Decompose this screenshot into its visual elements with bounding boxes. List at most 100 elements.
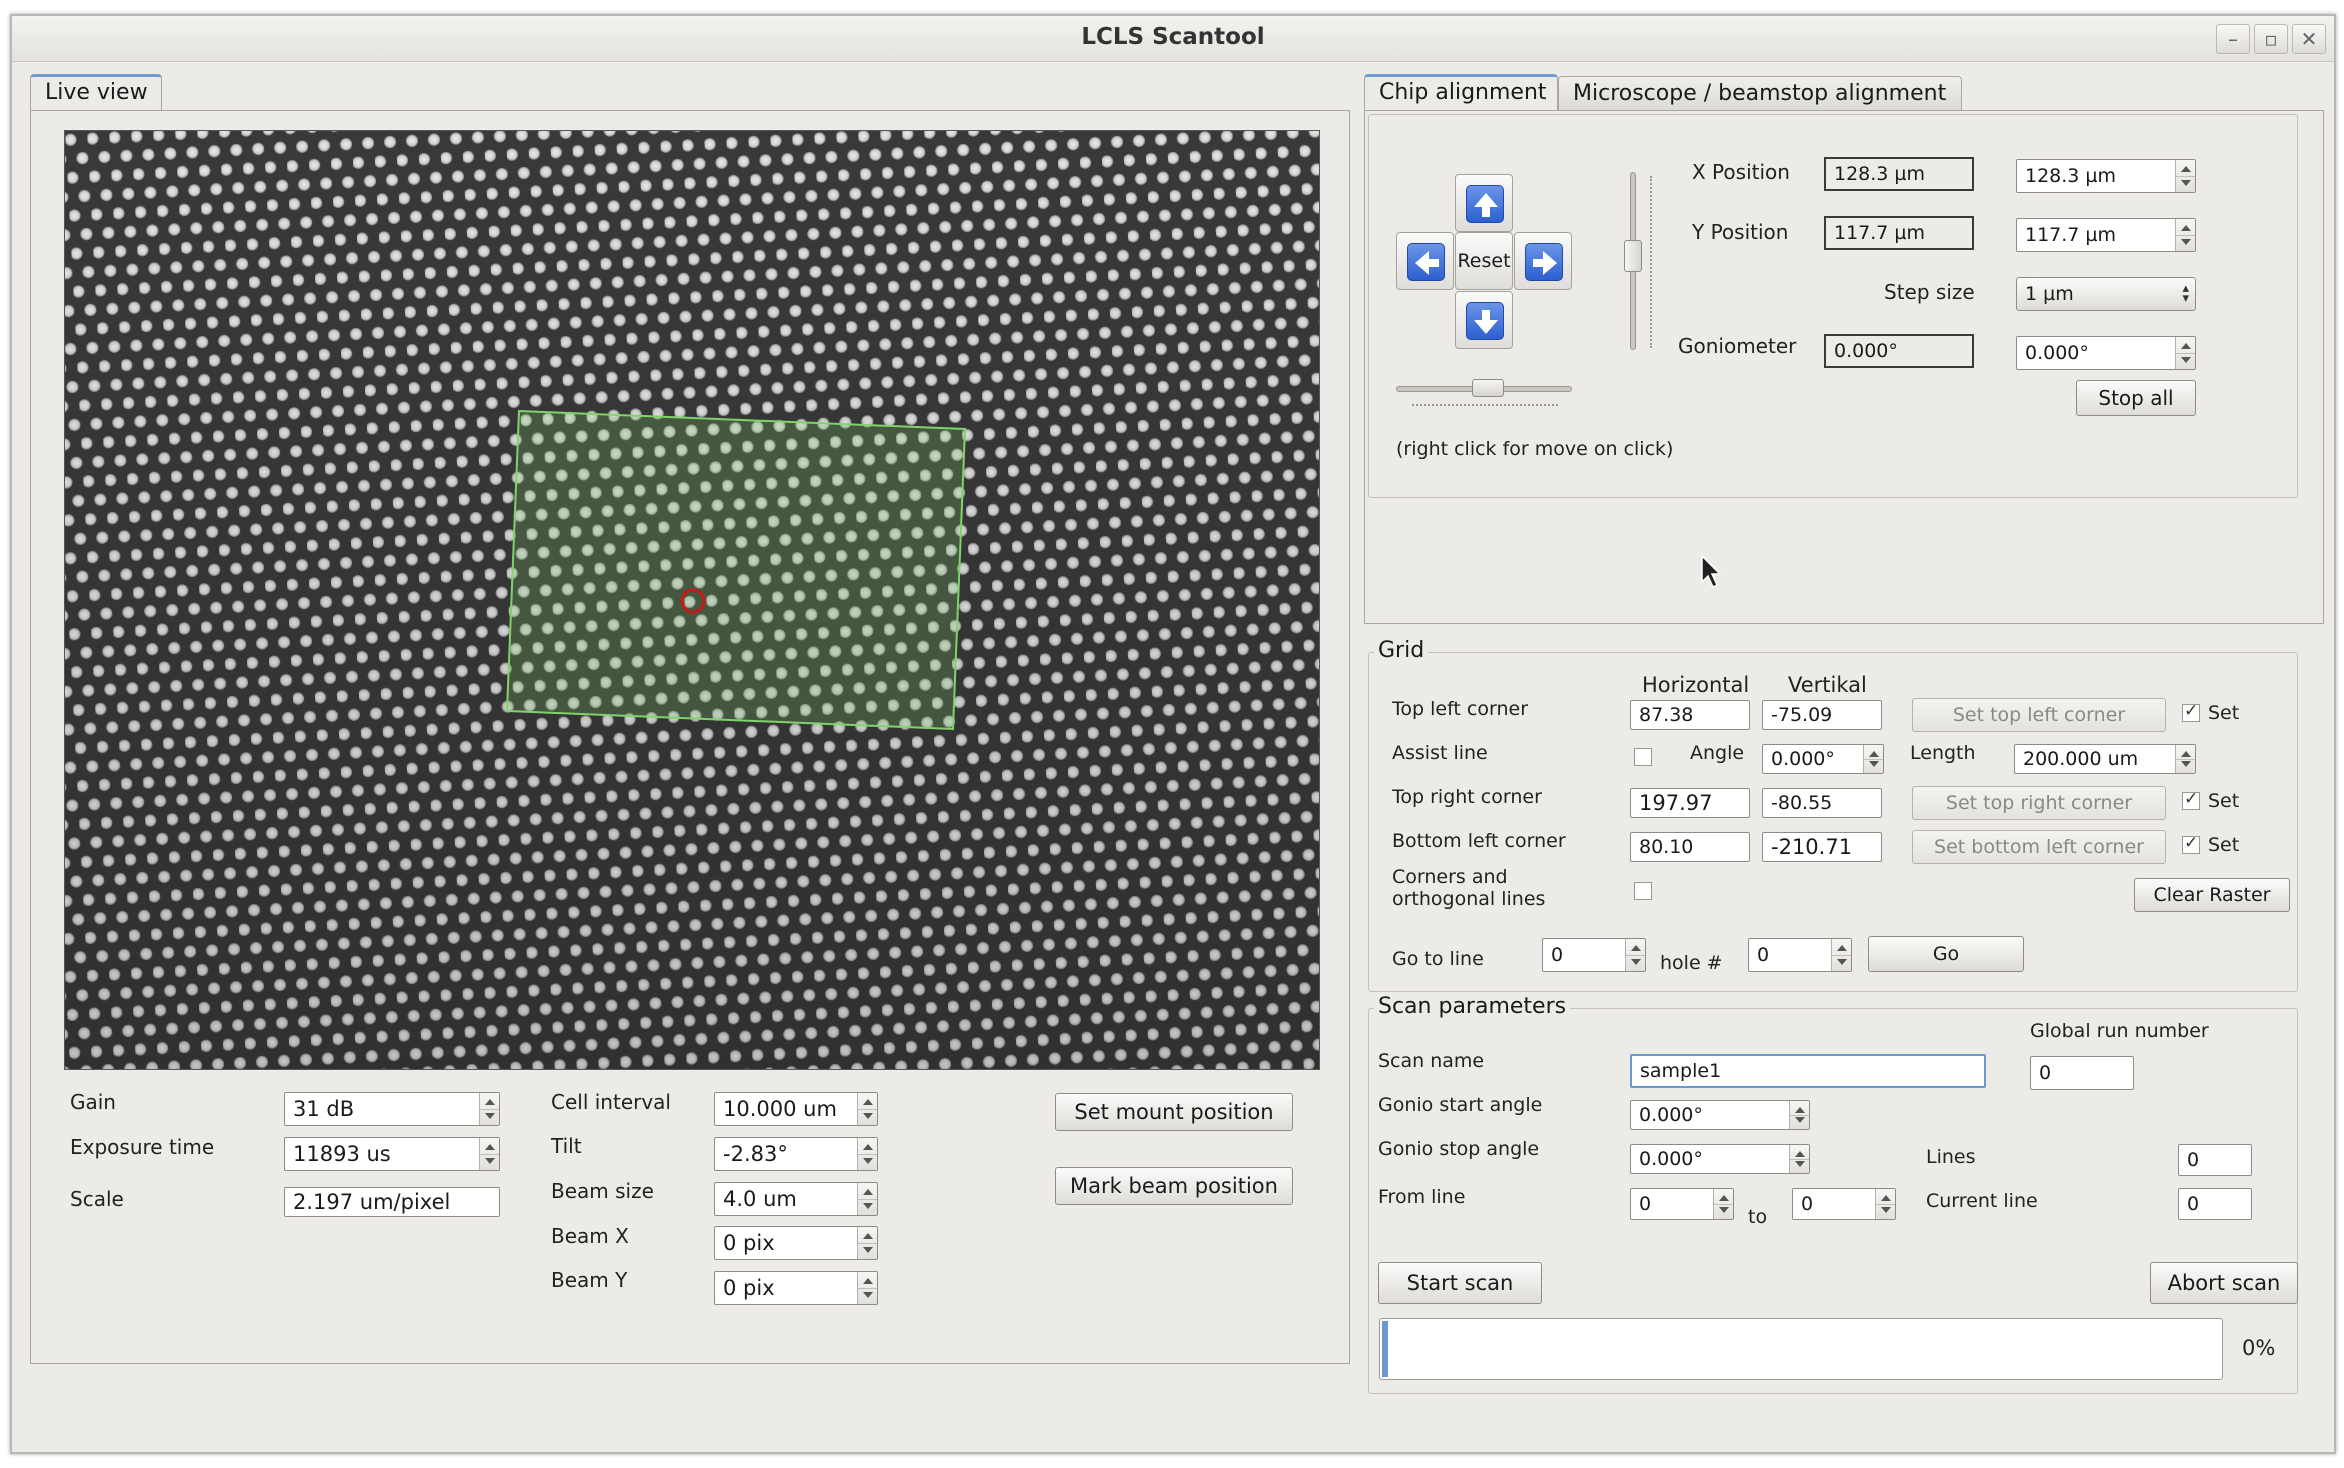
bottom-left-horizontal-field[interactable]: 80.10 xyxy=(1630,832,1750,862)
bottom-left-corner-label: Bottom left corner xyxy=(1392,830,1566,852)
window-title: LCLS Scantool xyxy=(1081,24,1265,50)
scale-field: 2.197 um/pixel xyxy=(284,1187,500,1217)
scan-progress-fill xyxy=(1382,1321,1388,1377)
x-position-label: X Position xyxy=(1692,160,1790,184)
tab-live-view[interactable]: Live view xyxy=(30,74,162,110)
from-line-label: From line xyxy=(1378,1186,1466,1208)
move-down-button[interactable] xyxy=(1455,291,1513,349)
scan-name-label: Scan name xyxy=(1378,1050,1485,1072)
maximize-button[interactable]: ▫ xyxy=(2254,24,2288,54)
arrow-left-icon xyxy=(1415,251,1439,275)
assist-line-checkbox[interactable] xyxy=(1634,748,1652,766)
beam-x-spinbox[interactable]: 0 pix xyxy=(714,1226,878,1260)
arrow-up-icon xyxy=(1474,193,1498,217)
x-position-readback: 128.3 µm xyxy=(1824,157,1974,191)
beam-x-label: Beam X xyxy=(551,1224,629,1248)
y-position-spinbox[interactable]: 117.7 µm xyxy=(2016,218,2196,252)
gain-label: Gain xyxy=(70,1090,116,1114)
close-button[interactable]: ✕ xyxy=(2292,24,2326,54)
mark-beam-position-button[interactable]: Mark beam position xyxy=(1055,1167,1293,1205)
arrow-down-icon xyxy=(1474,310,1498,334)
top-right-set-checkbox[interactable] xyxy=(2182,789,2200,810)
bottom-left-vertical-field[interactable]: -210.71 xyxy=(1762,832,1882,862)
clear-raster-button[interactable]: Clear Raster xyxy=(2134,878,2290,912)
hole-number-spinbox[interactable]: 0 xyxy=(1748,938,1852,972)
beam-size-label: Beam size xyxy=(551,1179,654,1203)
tilt-spinbox[interactable]: -2.83° xyxy=(714,1137,878,1171)
corners-orthogonal-checkbox[interactable] xyxy=(1634,882,1652,900)
from-line-spinbox[interactable]: 0 xyxy=(1630,1188,1734,1220)
cell-interval-spinbox[interactable]: 10.000 um xyxy=(714,1092,878,1126)
tab-chip-alignment[interactable]: Chip alignment xyxy=(1364,74,1558,110)
vertical-column-header: Vertikal xyxy=(1788,673,1867,697)
scan-grid-roi[interactable] xyxy=(505,409,967,731)
move-left-button[interactable] xyxy=(1396,232,1454,290)
y-position-readback: 117.7 µm xyxy=(1824,216,1974,250)
exposure-spinbox[interactable]: 11893 us xyxy=(284,1137,500,1171)
beam-y-label: Beam Y xyxy=(551,1268,628,1292)
vertical-slider-handle[interactable] xyxy=(1624,240,1642,272)
current-line-field: 0 xyxy=(2178,1188,2252,1220)
length-spinbox[interactable]: 200.000 um xyxy=(2014,744,2196,774)
assist-line-label: Assist line xyxy=(1392,742,1488,764)
angle-spinbox[interactable]: 0.000° xyxy=(1762,744,1884,774)
top-left-vertical-field[interactable]: -75.09 xyxy=(1762,700,1882,730)
abort-scan-button[interactable]: Abort scan xyxy=(2150,1262,2298,1304)
reset-button[interactable]: Reset xyxy=(1455,232,1513,290)
horizontal-slider-handle[interactable] xyxy=(1472,379,1504,397)
gonio-start-angle-label: Gonio start angle xyxy=(1378,1094,1543,1116)
goniometer-spinbox[interactable]: 0.000° xyxy=(2016,336,2196,370)
camera-image[interactable] xyxy=(64,130,1320,1070)
top-right-horizontal-field[interactable]: 197.97 xyxy=(1630,788,1750,818)
top-left-set-label: Set xyxy=(2208,702,2240,724)
step-size-combo[interactable]: 1 µm ▴ ▾ xyxy=(2016,277,2196,311)
step-size-label: Step size xyxy=(1884,280,1975,304)
move-up-button[interactable] xyxy=(1455,174,1513,232)
goniometer-readback: 0.000° xyxy=(1824,334,1974,368)
y-position-label: Y Position xyxy=(1692,220,1789,244)
go-button[interactable]: Go xyxy=(1868,936,2024,972)
camera-image-svg xyxy=(65,131,1319,1069)
beam-size-spinbox[interactable]: 4.0 um xyxy=(714,1182,878,1216)
top-left-corner-label: Top left corner xyxy=(1392,698,1529,720)
set-bottom-left-corner-button[interactable]: Set bottom left corner xyxy=(1912,830,2166,864)
move-right-button[interactable] xyxy=(1514,232,1572,290)
set-top-right-corner-button[interactable]: Set top right corner xyxy=(1912,786,2166,820)
to-line-spinbox[interactable]: 0 xyxy=(1792,1188,1896,1220)
bottom-left-set-checkbox[interactable] xyxy=(2182,833,2200,854)
set-top-left-corner-button[interactable]: Set top left corner xyxy=(1912,698,2166,732)
top-left-set-checkbox[interactable] xyxy=(2182,701,2200,722)
move-on-click-hint: (right click for move on click) xyxy=(1396,438,1674,460)
tilt-label: Tilt xyxy=(551,1134,582,1158)
stop-all-button[interactable]: Stop all xyxy=(2076,380,2196,416)
top-left-horizontal-field[interactable]: 87.38 xyxy=(1630,700,1750,730)
scan-progress-bar xyxy=(1379,1318,2223,1380)
title-bar[interactable]: LCLS Scantool – ▫ ✕ xyxy=(12,16,2334,62)
cell-interval-label: Cell interval xyxy=(551,1090,671,1114)
top-right-vertical-field[interactable]: -80.55 xyxy=(1762,788,1882,818)
progress-percent: 0% xyxy=(2242,1336,2276,1360)
go-to-line-label: Go to line xyxy=(1392,948,1484,970)
mouse-cursor-icon xyxy=(1701,554,1722,589)
bottom-left-set-label: Set xyxy=(2208,834,2240,856)
goniometer-label: Goniometer xyxy=(1678,334,1797,358)
minimize-button[interactable]: – xyxy=(2216,24,2250,54)
angle-label: Angle xyxy=(1690,742,1745,764)
exposure-label: Exposure time xyxy=(70,1135,215,1159)
hole-number-label: hole # xyxy=(1660,952,1723,974)
gonio-start-angle-spinbox[interactable]: 0.000° xyxy=(1630,1100,1810,1130)
x-position-spinbox[interactable]: 128.3 µm xyxy=(2016,159,2196,193)
go-to-line-spinbox[interactable]: 0 xyxy=(1542,938,1646,972)
current-line-label: Current line xyxy=(1926,1190,2038,1212)
gain-spinbox[interactable]: 31 dB xyxy=(284,1092,500,1126)
top-right-set-label: Set xyxy=(2208,790,2240,812)
global-run-number-field[interactable]: 0 xyxy=(2030,1056,2134,1090)
length-label: Length xyxy=(1910,742,1976,764)
gonio-stop-angle-spinbox[interactable]: 0.000° xyxy=(1630,1144,1810,1174)
scan-name-input[interactable]: sample1 xyxy=(1630,1054,1986,1088)
tab-microscope-beamstop[interactable]: Microscope / beamstop alignment xyxy=(1558,76,1962,110)
beam-y-spinbox[interactable]: 0 pix xyxy=(714,1271,878,1305)
start-scan-button[interactable]: Start scan xyxy=(1378,1262,1542,1304)
set-mount-position-button[interactable]: Set mount position xyxy=(1055,1093,1293,1131)
grid-title: Grid xyxy=(1374,638,1429,663)
